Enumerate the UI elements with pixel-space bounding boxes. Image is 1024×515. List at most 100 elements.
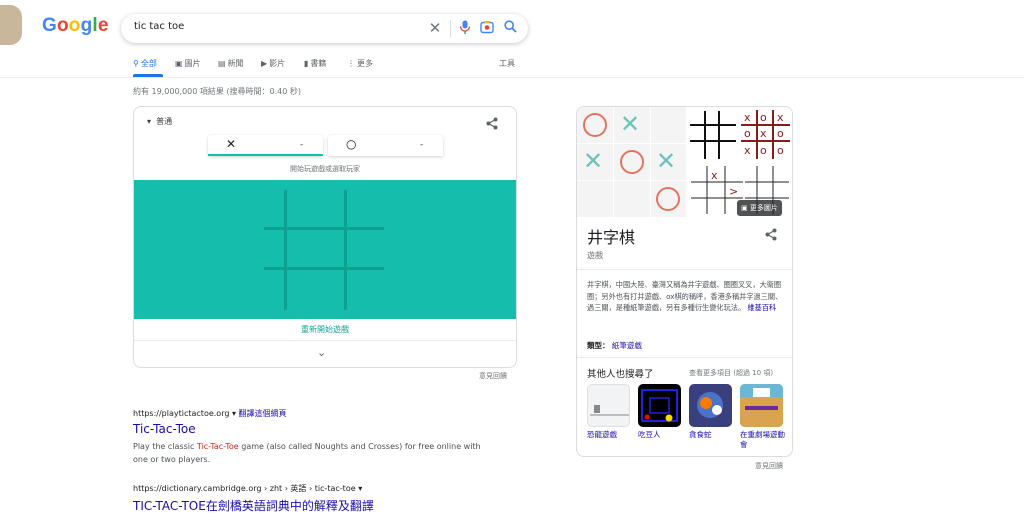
chevron-down-icon[interactable]: ▾ [232, 409, 236, 418]
image-tile[interactable] [614, 144, 650, 180]
logo-letter: o [68, 15, 81, 36]
related-label[interactable]: 在重劇場遊動會 [740, 430, 788, 450]
snippet-text: Play the classic [133, 442, 197, 451]
related-label[interactable]: 吃豆人 [638, 430, 686, 440]
snippet-highlight: Tic-Tac-Toe [196, 442, 239, 451]
kp-type-link[interactable]: 紙筆遊戲 [612, 341, 642, 350]
more-images-button[interactable]: ▣ 更多圖片 [737, 200, 782, 216]
svg-text:x: x [711, 169, 718, 182]
tab-label: 書籍 [310, 59, 327, 68]
image-tile[interactable] [651, 107, 686, 143]
result-url-text: https://dictionary.cambridge.org › zht ›… [133, 484, 356, 493]
difficulty-dropdown[interactable]: ▾ 普通 [147, 116, 172, 127]
result-url-text: https://playtictactoe.org [133, 409, 230, 418]
video-icon: ▶ [261, 59, 268, 68]
google-logo[interactable]: Google [42, 15, 109, 37]
tab-books[interactable]: ▮ 書籍 [304, 58, 326, 69]
result-title[interactable]: Tic-Tac-Toe [133, 422, 196, 436]
grid-line [264, 267, 384, 270]
share-icon[interactable] [486, 117, 498, 133]
image-tile[interactable] [614, 181, 650, 217]
see-more-link[interactable]: 查看更多項目 (超過 10 項) [689, 368, 773, 378]
kp-type: 類型： 紙筆遊戲 [587, 340, 642, 351]
svg-text:x: x [760, 127, 767, 140]
player-o-button[interactable]: ○ - [328, 135, 443, 156]
related-label[interactable]: 貪食蛇 [689, 430, 737, 440]
image-icon: ▣ [175, 59, 183, 68]
related-thumb-pacman[interactable] [638, 384, 681, 427]
svg-text:o: o [744, 127, 751, 140]
logo-letter: e [97, 15, 109, 36]
tab-more[interactable]: ⋮ 更多 [347, 58, 373, 69]
image-icon: ▣ [741, 204, 748, 212]
more-vert-icon: ⋮ [347, 59, 355, 68]
divider [577, 357, 792, 358]
result-title[interactable]: TIC-TAC-TOE在劍橋英語詞典中的解釋及翻譯 [133, 497, 374, 514]
result-snippet: Play the classic Tic-Tac-Toe game (also … [133, 440, 493, 466]
share-icon[interactable] [765, 228, 777, 244]
knowledge-panel: ✕ ✕ ✕ xox oxo xoo x > ▣ 更多圖片 井字棋 遊戲 井字棋，… [576, 106, 793, 457]
image-gallery[interactable]: ✕ ✕ ✕ xox oxo xoo x > ▣ 更多圖片 [577, 107, 792, 217]
tab-label: 圖片 [184, 59, 201, 68]
kp-type-label: 類型： [587, 341, 610, 350]
search-icon[interactable] [502, 20, 518, 36]
svg-text:x: x [744, 111, 751, 124]
chevron-down-icon[interactable]: ▾ [358, 484, 362, 493]
tab-label: 新聞 [227, 59, 244, 68]
feedback-link[interactable]: 意見回饋 [479, 371, 507, 381]
microphone-icon[interactable] [457, 20, 473, 36]
image-tile[interactable] [577, 181, 613, 217]
result-url[interactable]: https://dictionary.cambridge.org › zht ›… [133, 483, 362, 494]
game-board[interactable] [134, 180, 516, 319]
translate-link[interactable]: 翻譯這個網頁 [239, 409, 287, 418]
tab-videos[interactable]: ▶ 影片 [261, 58, 285, 69]
image-tile[interactable] [577, 107, 613, 143]
related-thumb-dino[interactable] [587, 384, 630, 427]
tab-all[interactable]: ⚲ 全部 [133, 58, 157, 69]
game-hint: 開始玩遊戲或選取玩家 [290, 165, 360, 173]
news-icon: ▤ [218, 59, 226, 68]
image-tile[interactable]: ✕ [614, 107, 650, 143]
image-tile[interactable]: ✕ [577, 144, 613, 180]
player-x-button[interactable]: ✕ - [208, 135, 323, 156]
divider [577, 269, 792, 270]
dropdown-arrow-icon: ▾ [147, 117, 152, 126]
svg-text:o: o [777, 144, 784, 157]
doodle-avatar[interactable] [0, 5, 22, 45]
chevron-down-icon[interactable]: ⌄ [317, 346, 326, 359]
grid-line [344, 190, 347, 310]
handwritten-image[interactable]: xox oxo xoo [739, 107, 792, 162]
logo-letter: g [80, 15, 93, 36]
feedback-link[interactable]: 意見回饋 [755, 461, 783, 471]
related-label[interactable]: 恐龍遊戲 [587, 430, 635, 440]
clear-icon[interactable]: ✕ [427, 20, 443, 36]
divider [450, 20, 451, 37]
related-thumb-olympics[interactable] [740, 384, 783, 427]
restart-game-button[interactable]: 重新開始遊戲 [134, 324, 516, 335]
o-mark-icon: ○ [346, 137, 357, 151]
wikipedia-link[interactable]: 維基百科 [747, 303, 776, 312]
difficulty-label: 普通 [156, 117, 173, 126]
camera-lens-icon[interactable] [479, 20, 495, 36]
tab-label: 全部 [140, 59, 157, 68]
grid-line [264, 227, 384, 230]
result-stats: 約有 19,000,000 項結果 (搜尋時間：0.40 秒) [133, 87, 302, 96]
search-input[interactable]: tic tac toe [134, 21, 184, 32]
divider [134, 340, 516, 341]
x-mark-icon: ✕ [226, 137, 237, 151]
tab-label: 更多 [357, 59, 373, 68]
tab-news[interactable]: ▤ 新聞 [218, 58, 244, 69]
related-thumb-snake[interactable] [689, 384, 732, 427]
tic-tac-toe-game: ▾ 普通 ✕ - ○ - 開始玩遊戲或選取玩家 重新開始遊戲 ⌄ [133, 106, 517, 368]
book-icon: ▮ [304, 59, 309, 68]
tools-button[interactable]: 工具 [499, 58, 515, 69]
search-icon: ⚲ [133, 59, 139, 68]
kp-title: 井字棋 [587, 228, 636, 247]
hash-image[interactable] [687, 107, 739, 162]
svg-text:o: o [760, 111, 767, 124]
image-tile[interactable] [651, 181, 686, 217]
result-url[interactable]: https://playtictactoe.org ▾ 翻譯這個網頁 [133, 408, 287, 419]
image-tile[interactable]: ✕ [651, 144, 686, 180]
search-box[interactable]: tic tac toe ✕ [121, 14, 528, 43]
tab-images[interactable]: ▣ 圖片 [175, 58, 201, 69]
